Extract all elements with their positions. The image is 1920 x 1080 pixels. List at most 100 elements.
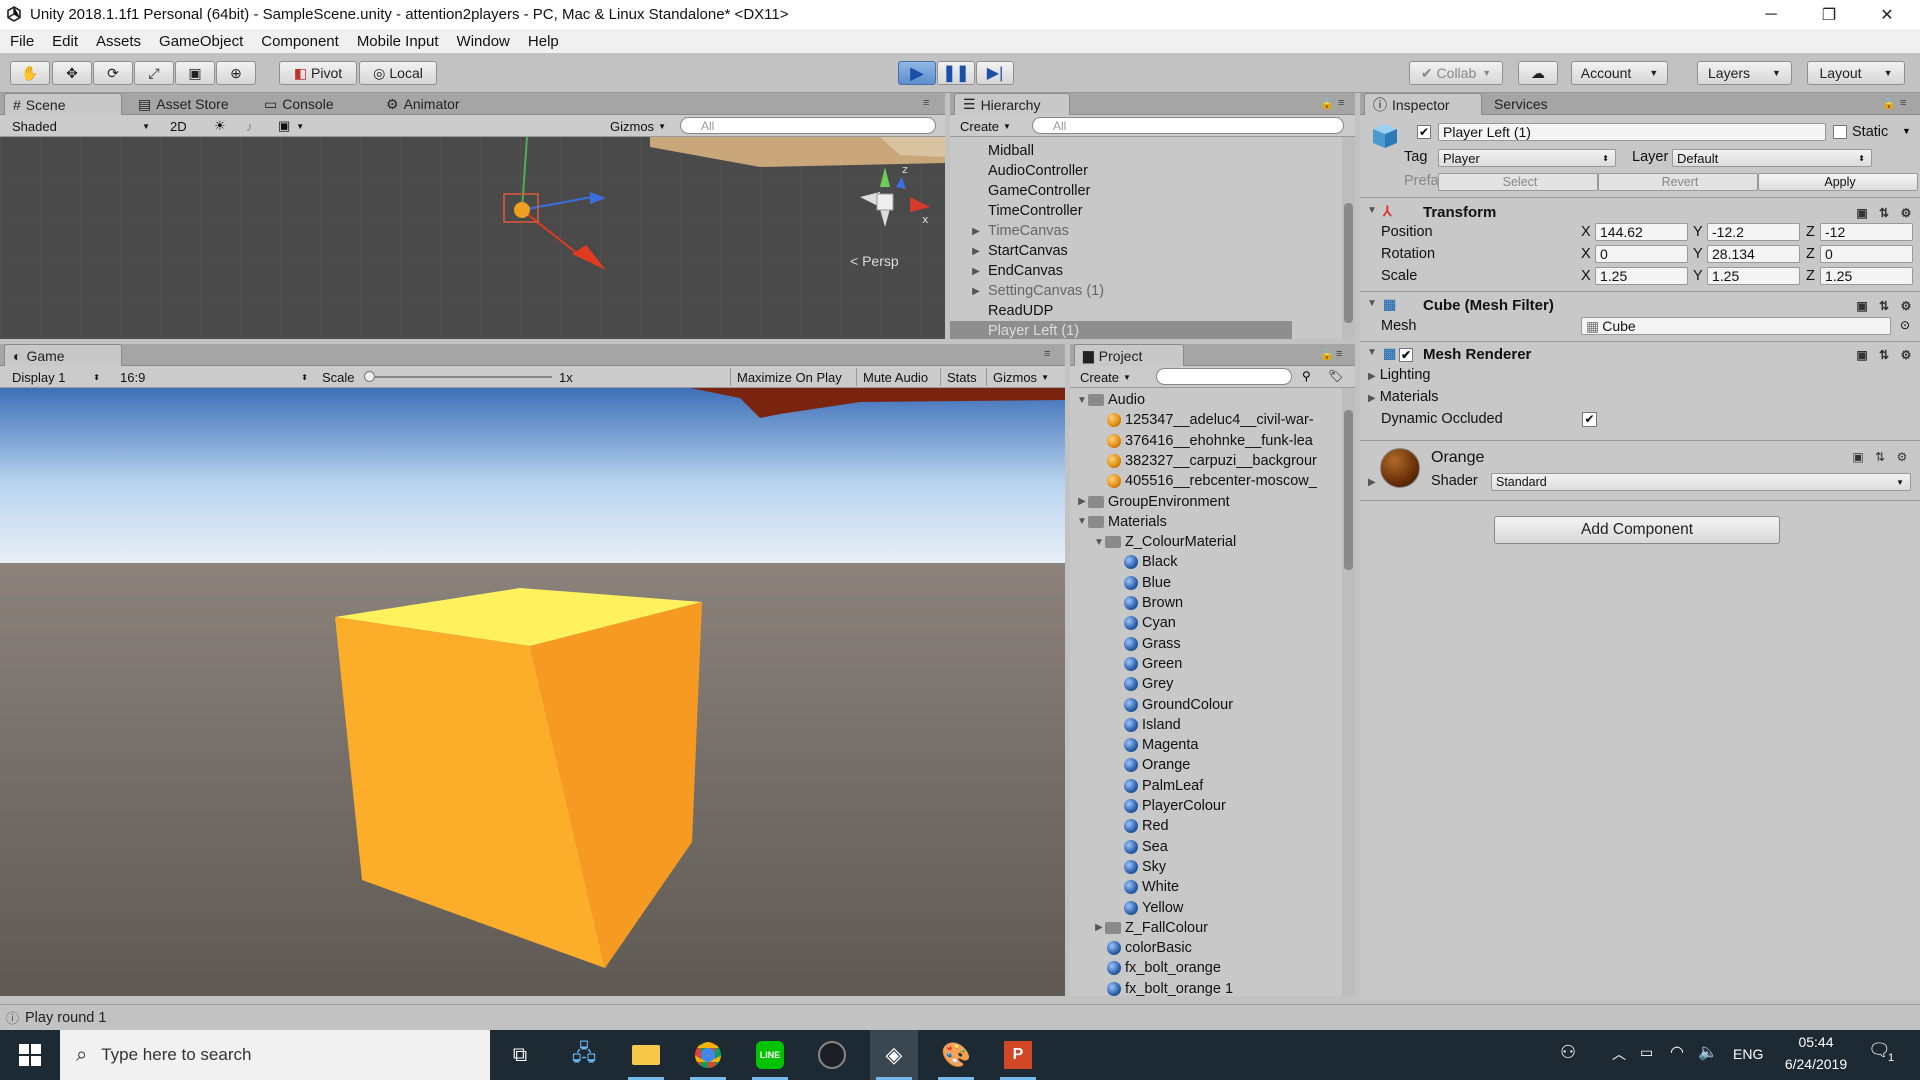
status-message[interactable]: Play round 1 xyxy=(25,1010,106,1026)
show-hidden-icons-chevron-icon[interactable]: ︿ xyxy=(1612,1044,1626,1064)
object-name-field[interactable]: Player Left (1) xyxy=(1438,123,1826,141)
scale-slider-thumb[interactable] xyxy=(364,371,375,382)
layout-dropdown[interactable]: Layout ▼ xyxy=(1807,61,1905,85)
expand-arrow-icon[interactable]: ▶ xyxy=(970,266,982,277)
preset-icon[interactable]: ⇅ xyxy=(1877,299,1891,313)
expand-arrow-icon[interactable]: ▶ xyxy=(1368,477,1376,488)
project-item[interactable]: ▼ Audio xyxy=(1070,390,1340,410)
project-item[interactable]: PalmLeaf xyxy=(1070,776,1340,796)
project-item[interactable]: ▼ Z_ColourMaterial xyxy=(1070,532,1340,552)
static-dropdown-arrow-icon[interactable]: ▼ xyxy=(1902,126,1911,136)
label-icon[interactable]: 🏷 xyxy=(1328,369,1343,383)
project-item[interactable]: Grass xyxy=(1070,634,1340,654)
scene-view[interactable]: z x < Persp xyxy=(0,137,945,339)
shader-dropdown[interactable]: Standard ▼ xyxy=(1491,473,1911,491)
rotate-tool-button[interactable]: ⟳ xyxy=(93,61,133,85)
play-button[interactable]: ▶ xyxy=(898,61,936,85)
lighting-foldout[interactable]: ▶ Lighting xyxy=(1368,367,1431,383)
prefab-select-button[interactable]: Select xyxy=(1438,173,1598,191)
taskbar-app-network[interactable]: 🖧 xyxy=(560,1030,608,1080)
scale-z-field[interactable]: 1.25 xyxy=(1820,267,1913,285)
menu-help[interactable]: Help xyxy=(519,33,568,50)
tab-game[interactable]: ◐ Game xyxy=(4,344,122,366)
taskbar-app-powerpoint[interactable]: P xyxy=(994,1030,1042,1080)
dynamic-occluded-checkbox[interactable]: ✔ xyxy=(1582,412,1597,427)
preset-icon[interactable]: ⇅ xyxy=(1877,348,1891,362)
preset-icon[interactable]: ⇅ xyxy=(1877,206,1891,220)
taskbar-app-github[interactable] xyxy=(808,1030,856,1080)
preset-icon[interactable]: ⇅ xyxy=(1873,450,1887,464)
project-item[interactable]: Yellow xyxy=(1070,898,1340,918)
project-item[interactable]: Orange xyxy=(1070,755,1340,775)
stats-toggle[interactable]: Stats xyxy=(940,368,983,386)
project-item[interactable]: Grey xyxy=(1070,674,1340,694)
project-item[interactable]: Magenta xyxy=(1070,735,1340,755)
hierarchy-scrollbar[interactable] xyxy=(1342,137,1355,339)
menu-assets[interactable]: Assets xyxy=(87,33,150,50)
hierarchy-create-dropdown[interactable]: Create ▼ xyxy=(954,117,1017,135)
project-item[interactable]: GroundColour xyxy=(1070,695,1340,715)
display-dropdown[interactable]: Display 1 ⬍ xyxy=(6,368,106,386)
filter-type-icon[interactable]: ⚲ xyxy=(1302,369,1311,383)
hierarchy-item[interactable]: ▶ TimeCanvas xyxy=(950,221,1292,241)
hierarchy-item[interactable]: ▶ StartCanvas xyxy=(950,241,1292,261)
taskbar-app-unity[interactable]: ◈ xyxy=(870,1030,918,1080)
project-item[interactable]: Brown xyxy=(1070,593,1340,613)
lighting-toggle[interactable]: ☀ xyxy=(208,117,232,135)
collab-button[interactable]: ✔ Collab ▼ xyxy=(1409,61,1503,85)
mesh-renderer-enabled-checkbox[interactable]: ✔ xyxy=(1399,348,1413,362)
expand-arrow-icon[interactable]: ▶ xyxy=(1076,496,1088,507)
project-create-dropdown[interactable]: Create ▼ xyxy=(1074,368,1137,386)
gear-icon[interactable]: ⚙ xyxy=(1899,348,1913,362)
restore-button[interactable]: ❐ xyxy=(1800,0,1858,29)
position-y-field[interactable]: -12.2 xyxy=(1707,223,1800,241)
game-gizmos-dropdown[interactable]: Gizmos ▼ xyxy=(986,368,1055,386)
rotation-x-field[interactable]: 0 xyxy=(1595,245,1688,263)
hierarchy-scroll-thumb[interactable] xyxy=(1344,203,1353,323)
scale-x-field[interactable]: 1.25 xyxy=(1595,267,1688,285)
hierarchy-item[interactable]: Player Left (1) xyxy=(950,321,1292,339)
rect-tool-button[interactable]: ▣ xyxy=(175,61,215,85)
gizmos-dropdown[interactable]: Gizmos ▼ xyxy=(604,117,672,135)
project-item[interactable]: PlayerColour xyxy=(1070,796,1340,816)
position-x-field[interactable]: 144.62 xyxy=(1595,223,1688,241)
task-view-button[interactable]: ⧉ xyxy=(496,1030,544,1080)
scene-orientation-gizmo-icon[interactable]: z x xyxy=(840,157,930,237)
project-item[interactable]: fx_bolt_orange 1 xyxy=(1070,979,1340,996)
help-book-icon[interactable]: ▣ xyxy=(1855,206,1869,220)
scene-search-input[interactable]: All xyxy=(680,117,936,134)
tab-hierarchy[interactable]: ☰ Hierarchy xyxy=(954,93,1070,115)
expand-arrow-icon[interactable]: ▶ xyxy=(970,226,982,237)
taskbar-app-line[interactable]: LINE xyxy=(746,1030,794,1080)
close-button[interactable]: ✕ xyxy=(1858,0,1916,29)
tab-animator[interactable]: ⚙ Animator xyxy=(378,93,468,115)
prefab-apply-button[interactable]: Apply xyxy=(1758,173,1918,191)
menu-gameobject[interactable]: GameObject xyxy=(150,33,252,50)
expand-arrow-icon[interactable]: ▶ xyxy=(970,246,982,257)
lock-icon[interactable]: 🔒 xyxy=(1882,97,1896,110)
help-book-icon[interactable]: ▣ xyxy=(1851,450,1865,464)
hierarchy-item[interactable]: GameController xyxy=(950,181,1292,201)
panel-menu-icon[interactable]: ≡ xyxy=(1336,348,1342,360)
game-view[interactable] xyxy=(0,388,1065,996)
hierarchy-item[interactable]: ReadUDP xyxy=(950,301,1292,321)
scale-tool-button[interactable]: ⤢ xyxy=(134,61,174,85)
move-tool-button[interactable]: ✥ xyxy=(52,61,92,85)
project-item[interactable]: Blue xyxy=(1070,573,1340,593)
project-scroll-thumb[interactable] xyxy=(1344,410,1353,570)
language-indicator[interactable]: ENG xyxy=(1733,1046,1763,1062)
collapse-arrow-icon[interactable]: ▼ xyxy=(1367,347,1377,358)
maximize-on-play-toggle[interactable]: Maximize On Play xyxy=(730,368,848,386)
project-item[interactable]: Sky xyxy=(1070,857,1340,877)
scale-slider[interactable] xyxy=(364,371,552,382)
tab-inspector[interactable]: ⓘ Inspector xyxy=(1364,93,1482,115)
hierarchy-item[interactable]: TimeController xyxy=(950,201,1292,221)
hierarchy-item[interactable]: Midball xyxy=(950,141,1292,161)
transform-tool-button[interactable]: ⊕ xyxy=(216,61,256,85)
position-z-field[interactable]: -12 xyxy=(1820,223,1913,241)
project-item[interactable]: colorBasic xyxy=(1070,938,1340,958)
persp-label[interactable]: < Persp xyxy=(850,253,899,269)
aspect-dropdown[interactable]: 16:9 ⬍ xyxy=(114,368,314,386)
rotation-y-field[interactable]: 28.134 xyxy=(1707,245,1800,263)
help-book-icon[interactable]: ▣ xyxy=(1855,348,1869,362)
